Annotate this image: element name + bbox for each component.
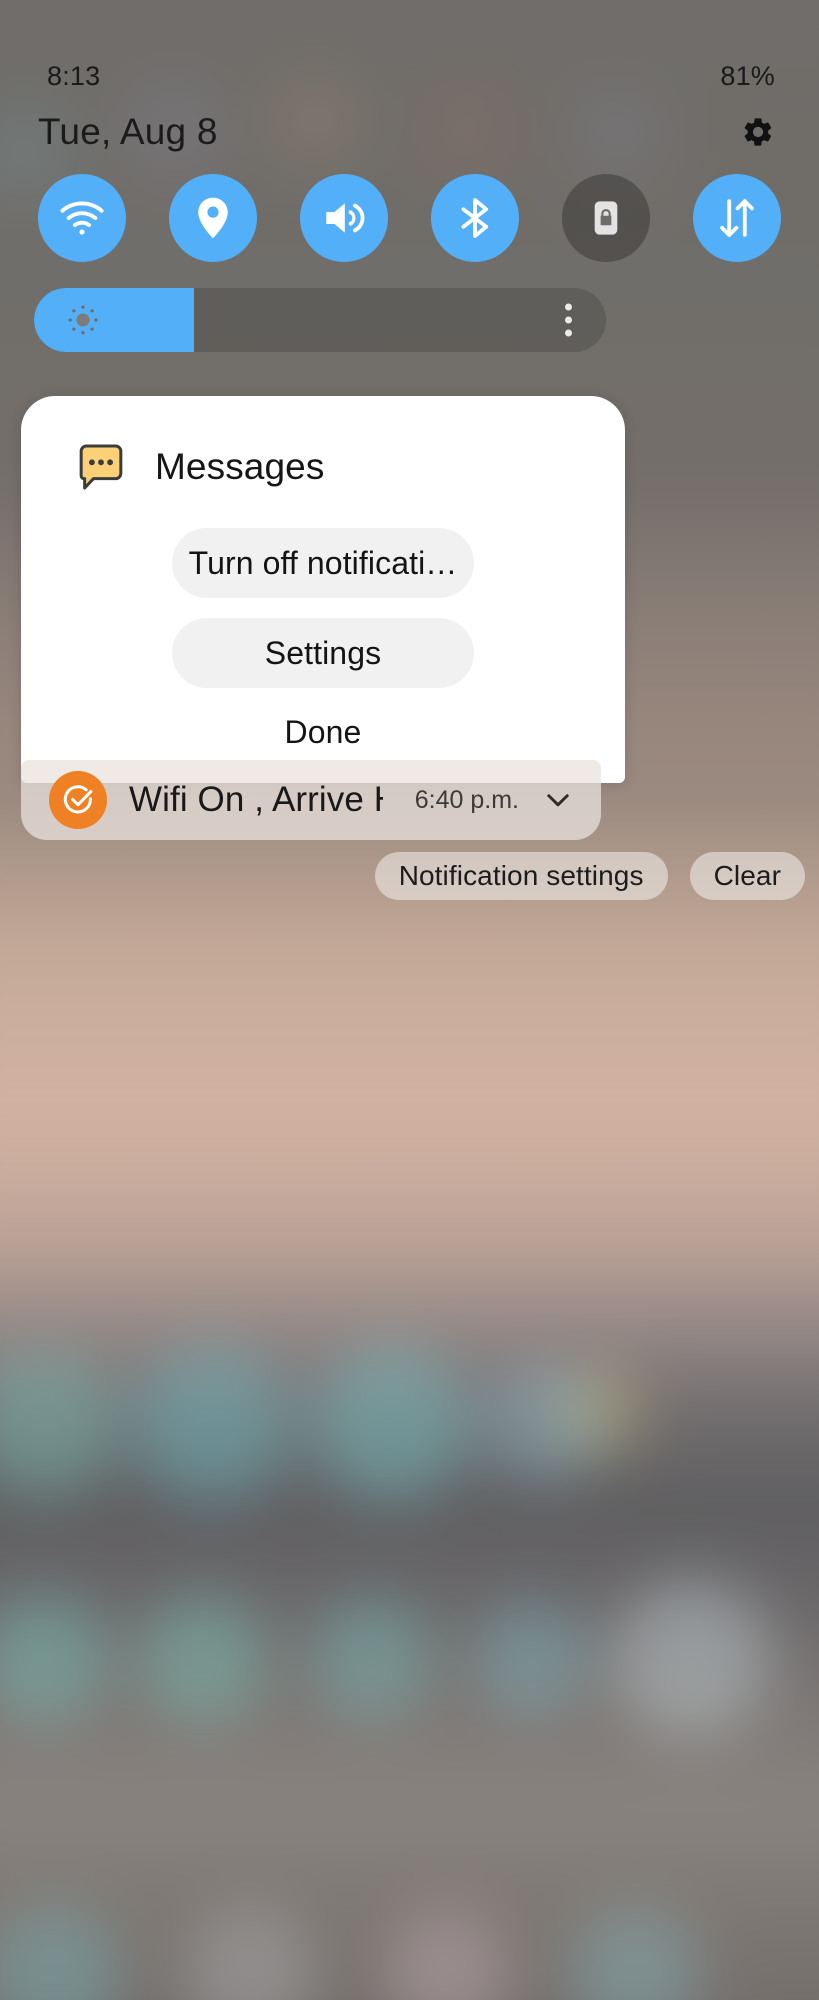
quick-toggle-wifi[interactable] xyxy=(38,174,126,262)
status-bar-clock: 8:13 xyxy=(47,60,101,91)
dialog-action-list: Turn off notificati… Settings xyxy=(21,528,625,688)
quick-toggle-auto-rotate[interactable] xyxy=(562,174,650,262)
quick-toggle-location[interactable] xyxy=(169,174,257,262)
date-label: Tue, Aug 8 xyxy=(38,111,218,152)
notification-app-controls-dialog: Messages Turn off notificati… Settings D… xyxy=(21,396,625,783)
done-button[interactable]: Done xyxy=(21,714,625,761)
check-circle-icon xyxy=(49,771,107,829)
brightness-slider-track[interactable] xyxy=(34,288,606,352)
notification-settings-button[interactable]: Settings xyxy=(172,618,474,688)
status-bar-battery-percent: 81% xyxy=(720,60,775,91)
clear-all-button[interactable]: Clear xyxy=(689,852,805,900)
dialog-header: Messages xyxy=(21,432,625,502)
more-vertical-icon[interactable] xyxy=(565,303,572,337)
notification-settings-link[interactable]: Notification settings xyxy=(374,852,668,900)
gear-icon[interactable] xyxy=(741,115,775,149)
status-bar: 8:13 81% xyxy=(0,56,819,96)
rotation-lock-icon xyxy=(583,195,629,241)
shade-footer-actions: Notification settings Clear xyxy=(0,852,819,900)
quick-toggle-mobile-data[interactable] xyxy=(693,174,781,262)
brightness-slider-fill xyxy=(34,288,195,352)
quick-toggle-sound[interactable] xyxy=(300,174,388,262)
quick-settings-screen: 8:13 81% Tue, Aug 8 Messages Turn off no… xyxy=(0,0,819,2000)
bluetooth-icon xyxy=(451,194,499,242)
data-transfer-icon xyxy=(713,194,761,242)
brightness-slider[interactable] xyxy=(34,288,606,352)
notification-title: Wifi On , Arrive Ho… xyxy=(129,780,383,819)
quick-toggle-bluetooth[interactable] xyxy=(431,174,519,262)
volume-up-icon xyxy=(319,193,369,243)
quick-settings-toggle-row xyxy=(0,166,819,270)
wifi-icon xyxy=(57,193,107,243)
chevron-down-icon[interactable] xyxy=(541,783,575,817)
shade-header: Tue, Aug 8 xyxy=(0,106,819,158)
turn-off-notifications-button[interactable]: Turn off notificati… xyxy=(172,528,474,598)
dialog-app-name: Messages xyxy=(155,446,325,487)
messages-app-icon xyxy=(73,439,129,495)
notification-timestamp: 6:40 p.m. xyxy=(414,785,519,814)
location-pin-icon xyxy=(188,193,238,243)
brightness-sun-icon xyxy=(64,301,102,339)
notification-item[interactable]: Wifi On , Arrive Ho… 6:40 p.m. xyxy=(21,760,601,840)
